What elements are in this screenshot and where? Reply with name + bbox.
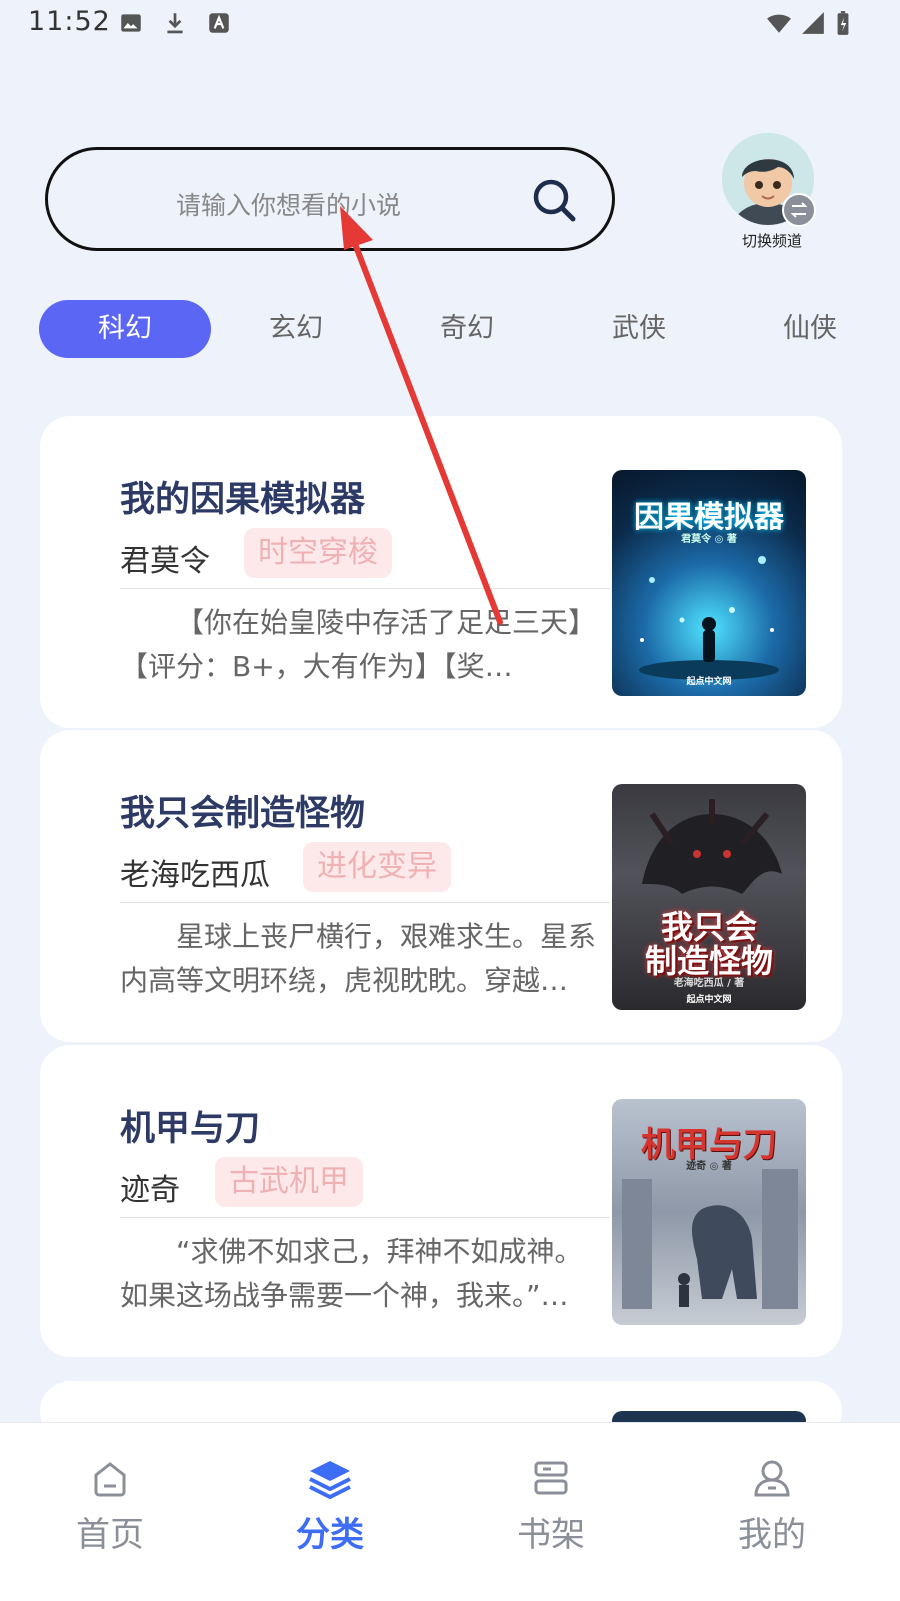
tab-xuanhuan[interactable]: 玄幻 (210, 300, 382, 358)
divider (120, 902, 610, 903)
wifi-icon (767, 14, 791, 33)
switch-channel-label: 切换频道 (741, 232, 802, 250)
status-time: 11:52 (28, 6, 111, 37)
nav-category[interactable]: 分类 (255, 1423, 405, 1601)
keyboard-a-icon (209, 13, 229, 33)
cover-publisher: 起点中文网 (686, 677, 732, 687)
book-title: 我的因果模拟器 (120, 480, 366, 520)
book-author: 迹奇 (120, 1173, 180, 1208)
search-placeholder: 请输入你想看的小说 (176, 191, 402, 220)
bottom-navigation: 首页 分类 书架 我的 (0, 1422, 900, 1601)
nav-bookshelf-label: 书架 (517, 1515, 585, 1555)
book-title: 我只会制造怪物 (120, 794, 366, 834)
layers-icon (309, 1461, 351, 1500)
home-icon (94, 1462, 126, 1497)
book-description: 【你在始皇陵中存活了足足三天】【评分：B+，大有作为】【奖… (120, 606, 597, 683)
divider (120, 1217, 610, 1218)
book-cover[interactable]: 机甲与刀 迹奇 ◎ 著 (612, 1099, 806, 1325)
nav-bookshelf[interactable]: 书架 (476, 1423, 626, 1601)
switch-channel-button[interactable] (722, 133, 818, 229)
cover-illustration (622, 1169, 798, 1309)
user-icon (754, 1460, 790, 1497)
book-tag: 古武机甲 (215, 1157, 363, 1207)
bookshelf-icon (534, 1461, 568, 1495)
nav-mine-label: 我的 (738, 1515, 806, 1555)
book-title: 机甲与刀 (120, 1109, 261, 1149)
swap-arrows-icon (782, 193, 816, 227)
search-input[interactable]: 请输入你想看的小说 (45, 147, 615, 251)
image-icon (121, 14, 141, 32)
cover-illustration (639, 556, 779, 680)
book-tag: 进化变异 (303, 842, 451, 892)
tab-fantasy[interactable]: 奇幻 (381, 300, 553, 358)
tab-wuxia[interactable]: 武侠 (553, 300, 725, 358)
battery-icon (837, 11, 849, 35)
book-cover[interactable]: 我只会 制造怪物 老海吃西瓜 / 著 起点中文网 (612, 784, 806, 1010)
search-icon[interactable] (532, 178, 578, 224)
book-tag: 时空穿梭 (244, 528, 392, 578)
book-card[interactable]: 机甲与刀 迹奇 古武机甲 “求佛不如求己，拜神不如成神。如果这场战争需要一个神，… (40, 1045, 842, 1357)
divider (120, 588, 610, 589)
nav-home-label: 首页 (76, 1515, 144, 1555)
tab-scifi[interactable]: 科幻 (39, 300, 211, 358)
book-description: 星球上丧尸横行，艰难求生。星系内高等文明环绕，虎视眈眈。穿越… (120, 920, 597, 997)
nav-category-label: 分类 (296, 1515, 364, 1555)
nav-home[interactable]: 首页 (35, 1423, 185, 1601)
tab-xianxia[interactable]: 仙侠 (724, 300, 896, 358)
cover-publisher: 起点中文网 (686, 995, 732, 1005)
book-cover[interactable]: 因果模拟器 君莫令 ◎ 著 起点中文网 (612, 470, 806, 696)
book-card[interactable]: 我只会制造怪物 老海吃西瓜 进化变异 星球上丧尸横行，艰难求生。星系内高等文明环… (40, 730, 842, 1042)
book-description: “求佛不如求己，拜神不如成神。如果这场战争需要一个神，我来。”… (120, 1235, 583, 1312)
status-bar: 11:52 (0, 0, 900, 50)
book-author: 老海吃西瓜 (120, 858, 270, 893)
signal-icon (802, 12, 824, 34)
cover-author: 老海吃西瓜 / 著 (673, 978, 745, 989)
category-tabs: 科幻 玄幻 奇幻 武侠 仙侠 (0, 300, 900, 360)
book-card[interactable]: 我的因果模拟器 君莫令 时空穿梭 【你在始皇陵中存活了足足三天】【评分：B+，大… (40, 416, 842, 728)
download-icon (167, 13, 183, 34)
book-author: 君莫令 (120, 544, 210, 579)
nav-mine[interactable]: 我的 (697, 1423, 847, 1601)
